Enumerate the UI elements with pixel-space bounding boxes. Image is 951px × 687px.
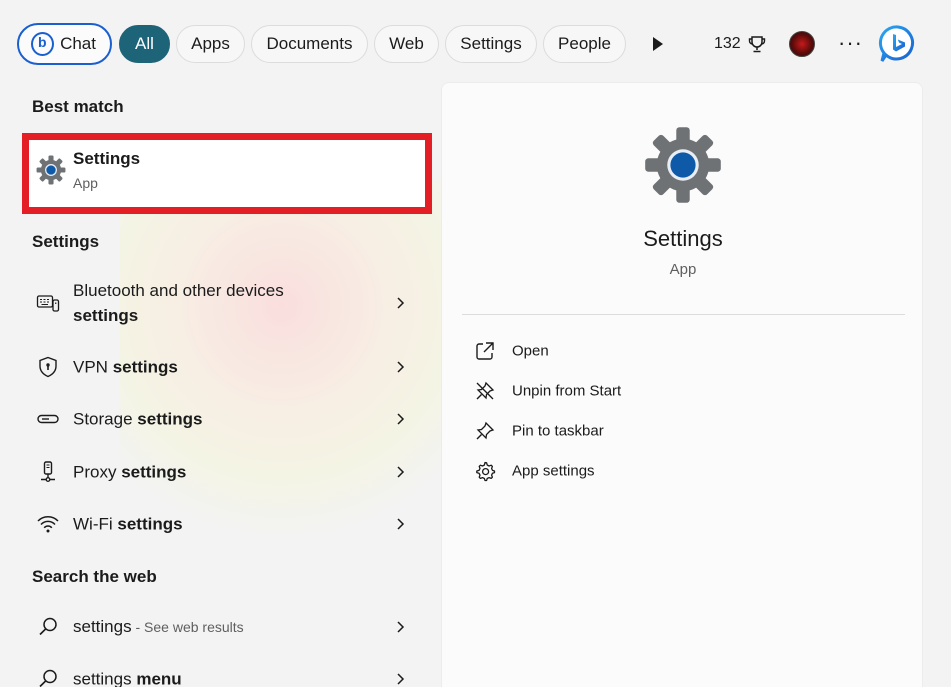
- result-label: settings - See web results: [73, 614, 244, 640]
- filter-documents[interactable]: Documents: [251, 25, 368, 63]
- bing-chat-icon: [31, 32, 55, 56]
- result-label-plain: VPN: [73, 357, 108, 377]
- action-pin-label: Pin to taskbar: [512, 422, 604, 440]
- gear-outline-icon: [476, 461, 496, 482]
- shield-icon: [39, 356, 57, 378]
- web-result-settings-menu[interactable]: settings menu: [22, 654, 432, 687]
- search-icon: [39, 669, 57, 687]
- filter-people[interactable]: People: [543, 25, 626, 63]
- storage-icon: [37, 414, 59, 424]
- best-match-title: Settings: [73, 149, 141, 168]
- filter-web-label: Web: [389, 34, 424, 53]
- result-label-line1: Bluetooth and other devices: [73, 281, 284, 300]
- search-web-heading: Search the web: [32, 567, 157, 586]
- more-options-icon[interactable]: ···: [838, 30, 863, 56]
- pin-icon: [476, 421, 495, 440]
- action-unpin-from-start[interactable]: Unpin from Start: [470, 375, 890, 407]
- result-label-muted: - See web results: [131, 619, 244, 635]
- result-label-plain: Storage: [73, 409, 133, 429]
- filter-web[interactable]: Web: [374, 25, 439, 63]
- result-label-bold: settings: [121, 462, 187, 482]
- rewards-points[interactable]: 132: [714, 34, 767, 54]
- preview-app-type: App: [669, 261, 697, 278]
- chevron-right-icon: [397, 466, 405, 478]
- results-pane: Best match Settings App Settings Bluetoo…: [0, 88, 440, 687]
- filter-all[interactable]: All: [119, 25, 170, 63]
- preview-app-name: Settings: [643, 226, 723, 251]
- action-app-settings[interactable]: App settings: [470, 455, 890, 487]
- chevron-right-icon: [397, 413, 405, 425]
- play-icon[interactable]: [650, 34, 666, 54]
- chevron-right-icon: [397, 361, 405, 373]
- result-label-plain: Wi-Fi: [73, 514, 113, 534]
- trophy-icon: [748, 36, 765, 53]
- filter-settings[interactable]: Settings: [445, 25, 537, 63]
- bing-icon[interactable]: [878, 24, 918, 64]
- gear-icon: [36, 155, 66, 185]
- chevron-right-icon: [397, 621, 405, 633]
- action-open-label: Open: [512, 342, 549, 360]
- action-unpin-label: Unpin from Start: [512, 382, 622, 400]
- bluetooth-devices-icon: [36, 295, 60, 312]
- result-label: settings menu: [73, 667, 182, 687]
- user-avatar[interactable]: [789, 31, 815, 57]
- filter-bar: Chat All Apps Documents Web Settings Peo…: [0, 0, 951, 88]
- chevron-right-icon: [397, 518, 405, 530]
- filter-chat-label: Chat: [60, 34, 96, 53]
- result-vpn-settings[interactable]: VPN settings: [22, 342, 432, 392]
- result-label-plain: Proxy: [73, 462, 117, 482]
- result-label-line2: settings: [73, 306, 139, 325]
- rewards-points-value: 132: [714, 35, 741, 52]
- preview-pane: Settings App Open Unpin from Start Pin t…: [441, 82, 923, 687]
- result-label-bold: settings: [117, 514, 183, 534]
- filter-documents-label: Documents: [266, 34, 353, 53]
- result-label-bold: settings: [112, 357, 178, 377]
- result-label: Wi-Fi settings: [73, 512, 183, 537]
- result-wifi-settings[interactable]: Wi-Fi settings: [22, 499, 432, 549]
- chevron-right-icon: [397, 673, 405, 685]
- chevron-right-icon: [397, 297, 405, 309]
- unpin-icon: [476, 381, 495, 400]
- filter-chat[interactable]: Chat: [17, 23, 112, 65]
- best-match-settings[interactable]: Settings App: [22, 133, 432, 214]
- action-open[interactable]: Open: [470, 335, 890, 367]
- filter-all-label: All: [135, 34, 154, 53]
- result-label-bold: menu: [136, 669, 182, 687]
- best-match-heading: Best match: [32, 97, 124, 116]
- filter-apps[interactable]: Apps: [176, 25, 245, 63]
- open-icon: [476, 342, 494, 360]
- filter-settings-label: Settings: [460, 34, 522, 53]
- wifi-icon: [37, 516, 59, 533]
- result-label-plain: settings: [73, 617, 132, 636]
- result-label-plain: settings: [73, 669, 132, 687]
- result-label: Storage settings: [73, 407, 202, 432]
- settings-heading: Settings: [32, 232, 100, 251]
- action-app-settings-label: App settings: [512, 462, 595, 480]
- result-proxy-settings[interactable]: Proxy settings: [22, 447, 432, 497]
- filter-people-label: People: [558, 34, 611, 53]
- web-result-settings[interactable]: settings - See web results: [22, 602, 432, 652]
- settings-app-icon: [645, 127, 721, 203]
- proxy-icon: [41, 461, 55, 482]
- preview-divider: [462, 314, 905, 315]
- result-label: VPN settings: [73, 355, 178, 380]
- result-label: Proxy settings: [73, 460, 186, 485]
- result-label: Bluetooth and other devices settings: [73, 278, 284, 328]
- result-storage-settings[interactable]: Storage settings: [22, 394, 432, 444]
- search-icon: [39, 617, 57, 636]
- filter-apps-label: Apps: [191, 34, 230, 53]
- result-label-bold: settings: [137, 409, 203, 429]
- result-bluetooth-settings[interactable]: Bluetooth and other devices settings: [22, 276, 432, 330]
- best-match-subtitle: App: [73, 175, 98, 191]
- action-pin-to-taskbar[interactable]: Pin to taskbar: [470, 415, 890, 447]
